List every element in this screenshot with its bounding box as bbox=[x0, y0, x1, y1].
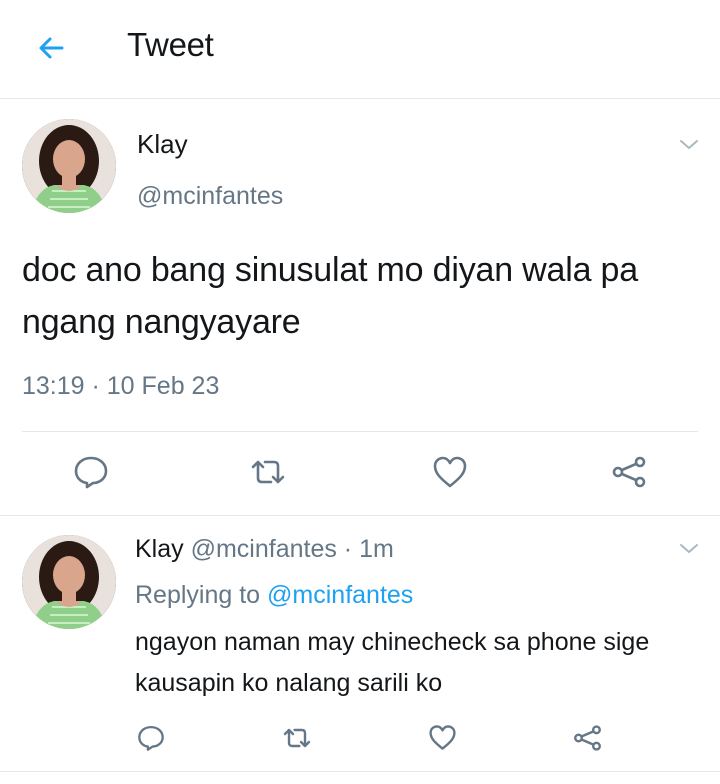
reply-icon bbox=[74, 456, 108, 489]
like-icon bbox=[433, 456, 467, 488]
avatar[interactable] bbox=[22, 119, 116, 213]
retweet-button[interactable] bbox=[248, 456, 288, 493]
tweet-text: doc ano bang sinusulat mo diyan wala pa … bbox=[22, 251, 638, 341]
reply-button[interactable] bbox=[72, 454, 110, 495]
replying-to-label: Replying to bbox=[135, 581, 261, 609]
author-handle[interactable]: @mcinfantes bbox=[137, 182, 283, 211]
back-button[interactable] bbox=[32, 28, 72, 68]
arrow-left-icon bbox=[39, 37, 64, 59]
replying-to-line: Replying to @mcinfantes bbox=[135, 581, 413, 610]
reply-author-name[interactable]: Klay bbox=[135, 535, 184, 563]
reply-share-button[interactable] bbox=[572, 724, 603, 757]
divider bbox=[22, 431, 698, 432]
reply-text: ngayon naman may chinecheck sa phone sig… bbox=[135, 628, 650, 697]
author-name[interactable]: Klay bbox=[137, 129, 188, 160]
divider bbox=[0, 771, 720, 772]
reply-like-button[interactable] bbox=[428, 724, 457, 756]
reply-avatar[interactable] bbox=[22, 535, 116, 629]
replying-to-mention[interactable]: @mcinfantes bbox=[267, 581, 413, 609]
page-title: Tweet bbox=[127, 26, 214, 63]
tweet-detail-page: Tweet Klay @mcinfantes doc ano bang sinu… bbox=[0, 0, 720, 784]
tweet-menu-button[interactable] bbox=[677, 133, 701, 157]
reply-author-line: Klay @mcinfantes · 1m bbox=[135, 535, 394, 564]
chevron-down-icon bbox=[680, 544, 698, 553]
reply-retweet-button[interactable] bbox=[281, 725, 313, 756]
share-icon bbox=[574, 725, 601, 751]
section-separator bbox=[0, 515, 720, 516]
reply-icon bbox=[138, 725, 164, 751]
chevron-down-icon bbox=[680, 140, 698, 149]
retweet-icon bbox=[283, 728, 311, 748]
reply-menu-button[interactable] bbox=[677, 537, 701, 561]
reply-reply-button[interactable] bbox=[136, 724, 166, 757]
share-button[interactable] bbox=[610, 455, 648, 494]
retweet-icon bbox=[251, 460, 285, 484]
share-icon bbox=[612, 456, 646, 488]
avatar-image bbox=[22, 535, 116, 629]
like-button[interactable] bbox=[432, 455, 468, 494]
top-bar: Tweet bbox=[0, 0, 720, 99]
reply-author-handle-time[interactable]: @mcinfantes · 1m bbox=[191, 535, 394, 563]
avatar-image bbox=[22, 119, 116, 213]
tweet-timestamp[interactable]: 13:19 · 10 Feb 23 bbox=[22, 372, 219, 401]
like-icon bbox=[429, 725, 456, 750]
